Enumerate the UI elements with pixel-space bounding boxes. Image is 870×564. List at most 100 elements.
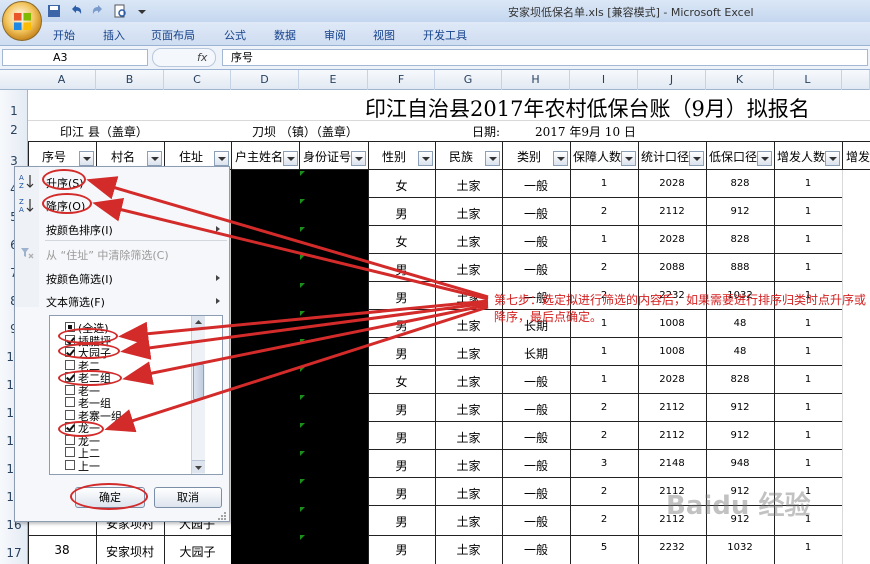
- table-cell: 2112: [659, 206, 685, 217]
- table-cell: 1: [804, 262, 812, 273]
- column-header-g[interactable]: G: [435, 70, 502, 90]
- error-indicator-icon: [300, 423, 305, 428]
- filter-dropdown-button[interactable]: [283, 151, 298, 166]
- sort-by-color-item[interactable]: 按颜色排序(I): [46, 222, 113, 238]
- column-header-e[interactable]: E: [299, 70, 368, 90]
- error-indicator-icon: [300, 451, 305, 456]
- column-header-m[interactable]: [842, 70, 870, 90]
- table-cell: 土家: [456, 487, 481, 501]
- filter-dropdown-button[interactable]: [214, 151, 229, 166]
- column-header-c[interactable]: C: [164, 70, 231, 90]
- tab-developer[interactable]: 开发工具: [423, 27, 467, 43]
- county-label: 印江 县（盖章）: [60, 125, 148, 139]
- filter-dropdown-button[interactable]: [418, 151, 433, 166]
- table-cell: 一般: [523, 403, 548, 417]
- insert-function-button[interactable]: fx: [152, 48, 216, 67]
- table-cell: 土家: [456, 235, 481, 249]
- save-icon[interactable]: [46, 3, 62, 19]
- filter-dropdown-button[interactable]: [79, 151, 94, 166]
- filter-dropdown-button[interactable]: [825, 151, 840, 166]
- table-cell: 一般: [523, 235, 548, 249]
- tab-view[interactable]: 视图: [373, 27, 395, 43]
- row-header[interactable]: 2: [0, 123, 28, 137]
- tab-page-layout[interactable]: 页面布局: [151, 27, 195, 43]
- name-box[interactable]: A3: [2, 49, 148, 66]
- filter-dropdown-button[interactable]: [485, 151, 500, 166]
- table-cell: 土家: [456, 459, 481, 473]
- filter-list-item-label: 上一: [78, 459, 100, 473]
- header-cell: 序号: [41, 150, 66, 164]
- table-cell: 1: [804, 402, 812, 413]
- tab-formulas[interactable]: 公式: [224, 27, 246, 43]
- highlight-ring: [70, 483, 148, 510]
- filter-dropdown-button[interactable]: [689, 151, 704, 166]
- formula-input[interactable]: 序号: [222, 49, 868, 66]
- checkbox[interactable]: [65, 359, 75, 370]
- watermark: Baidu 经验: [666, 491, 811, 521]
- table-cell: 912: [730, 430, 750, 441]
- error-indicator-icon: [300, 311, 305, 316]
- table-cell: 1032: [727, 542, 753, 553]
- column-header-i[interactable]: I: [570, 70, 638, 90]
- border: [368, 477, 842, 478]
- checkbox[interactable]: [65, 384, 75, 395]
- office-button[interactable]: [2, 1, 42, 41]
- redo-icon[interactable]: [90, 3, 106, 19]
- undo-icon[interactable]: [68, 3, 84, 19]
- customize-toolbar-icon[interactable]: [134, 3, 150, 19]
- clear-filter-item[interactable]: 从 “住址” 中清除筛选(C): [46, 247, 169, 263]
- error-indicator-icon: [300, 395, 305, 400]
- error-indicator-icon: [300, 339, 305, 344]
- table-cell: 2148: [659, 458, 685, 469]
- column-header-f[interactable]: F: [368, 70, 435, 90]
- row-header[interactable]: 1: [0, 104, 28, 118]
- header-cell: 增发: [846, 150, 870, 164]
- resize-grip-icon[interactable]: [217, 511, 227, 521]
- filter-by-color-item[interactable]: 按颜色筛选(I): [46, 271, 113, 287]
- column-header-h[interactable]: H: [502, 70, 570, 90]
- table-cell: 土家: [456, 375, 481, 389]
- window-title: 安家坝低保名单.xls [兼容模式] - Microsoft Excel: [508, 6, 754, 19]
- filter-dropdown-button[interactable]: [757, 151, 772, 166]
- tab-insert[interactable]: 插入: [103, 27, 125, 43]
- column-header-k[interactable]: K: [706, 70, 774, 90]
- table-cell: 1: [600, 234, 608, 245]
- table-cell: 1: [804, 178, 812, 189]
- column-header-a[interactable]: A: [28, 70, 96, 90]
- table-cell: 2: [600, 514, 608, 525]
- row-header[interactable]: 17: [0, 546, 28, 560]
- column-header-j[interactable]: J: [638, 70, 706, 90]
- checkbox[interactable]: [65, 397, 75, 407]
- column-header-d[interactable]: D: [231, 70, 299, 90]
- filter-dropdown-button[interactable]: [147, 151, 162, 166]
- checkbox[interactable]: [65, 447, 75, 457]
- checkbox[interactable]: [65, 409, 75, 420]
- table-cell: 男: [395, 347, 408, 361]
- scroll-down-arrow-icon[interactable]: [192, 460, 205, 473]
- tab-review[interactable]: 审阅: [324, 27, 346, 43]
- table-cell: 女: [395, 235, 408, 249]
- cancel-button[interactable]: 取消: [154, 487, 222, 508]
- column-header-b[interactable]: B: [96, 70, 164, 90]
- column-header-l[interactable]: L: [774, 70, 842, 90]
- checkbox[interactable]: [65, 459, 75, 470]
- print-preview-icon[interactable]: [112, 3, 128, 19]
- sheet-title: 印江自治县2017年农村低保台账（9月）拟报名: [365, 97, 810, 121]
- table-cell: 一般: [523, 515, 548, 529]
- table-cell: 948: [730, 458, 750, 469]
- filter-list-scrollbar[interactable]: [191, 316, 205, 474]
- column-headers: A B C D E F G H I J K L: [0, 70, 870, 90]
- filter-dropdown-button[interactable]: [553, 151, 568, 166]
- tab-data[interactable]: 数据: [274, 27, 296, 43]
- scroll-thumb[interactable]: [193, 364, 204, 400]
- table-cell: 土家: [456, 263, 481, 277]
- border: [842, 141, 843, 170]
- filter-dropdown-button[interactable]: [351, 151, 366, 166]
- table-cell: 男: [395, 263, 408, 277]
- tab-home[interactable]: 开始: [53, 27, 75, 43]
- scroll-up-arrow-icon[interactable]: [192, 316, 205, 329]
- filter-dropdown-button[interactable]: [621, 151, 636, 166]
- table-cell: 男: [395, 291, 408, 305]
- table-cell: 1: [804, 542, 812, 553]
- text-filter-item[interactable]: 文本筛选(F): [46, 294, 105, 310]
